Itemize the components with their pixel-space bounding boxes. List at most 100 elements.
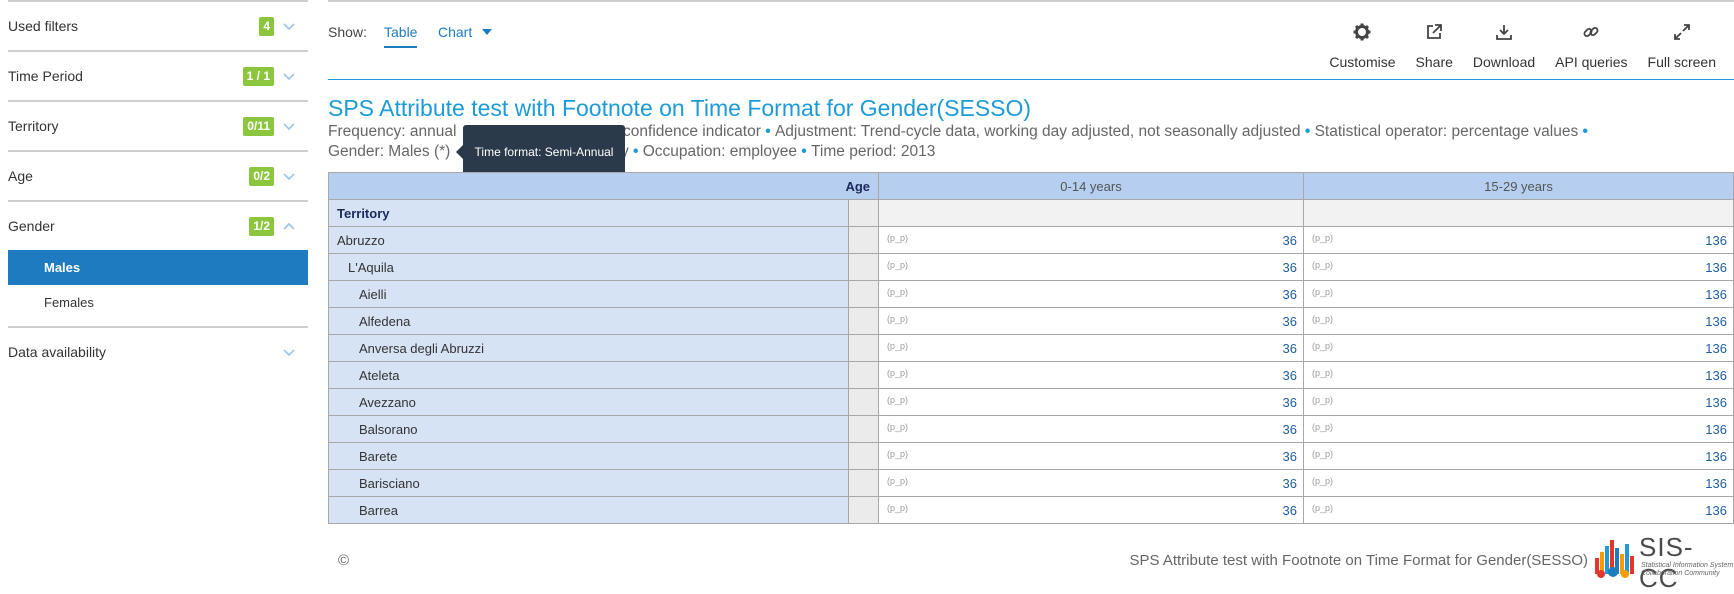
value-number: 36 (1282, 476, 1297, 491)
filter-age[interactable]: Age 0/2 (8, 152, 308, 200)
territory-cell[interactable]: Barrea (328, 496, 849, 524)
spacer-cell (848, 361, 879, 389)
tab-chart-label: Chart (438, 24, 473, 40)
column-header: 15-29 years (1303, 172, 1734, 200)
chevron-down-icon[interactable] (282, 345, 296, 359)
download-button[interactable]: Download (1463, 22, 1545, 70)
column-header: 0-14 years (878, 172, 1304, 200)
spacer-cell (848, 199, 879, 227)
filter-gender[interactable]: Gender 1/2 (8, 202, 308, 250)
gender-option-females[interactable]: Females (8, 285, 308, 320)
territory-cell[interactable]: Anversa degli Abruzzi (328, 334, 849, 362)
blank-cell (878, 199, 1304, 227)
chevron-down-icon[interactable] (282, 69, 296, 83)
value-number: 136 (1705, 233, 1727, 248)
filter-label: Territory (8, 118, 59, 134)
chevron-down-icon[interactable] (282, 19, 296, 33)
value-number: 136 (1705, 422, 1727, 437)
filter-label: Time Period (8, 68, 83, 84)
value-number: 36 (1282, 314, 1297, 329)
full-screen-button[interactable]: Full screen (1638, 22, 1726, 70)
chevron-up-icon[interactable] (282, 219, 296, 233)
filter-territory[interactable]: Territory 0/11 (8, 102, 308, 150)
subtitle-gender[interactable]: Gender: Males (*) (328, 143, 450, 160)
flag-label: (p_p) (887, 503, 909, 513)
table-row: Ateleta (p_p) 36 (p_p) 136 (328, 361, 1734, 389)
territory-cell[interactable]: Aielli (328, 280, 849, 308)
value-number: 136 (1705, 287, 1727, 302)
data-table: Age 0-14 years 15-29 years Territory Abr… (328, 172, 1734, 524)
filter-used-filters[interactable]: Used filters 4 (8, 2, 308, 50)
filter-count-badge: 4 (259, 16, 274, 36)
subtitle-occupation: Occupation: employee (642, 143, 797, 160)
flag-label: (p_p) (887, 368, 909, 378)
chevron-down-icon[interactable] (282, 169, 296, 183)
caret-down-icon (482, 29, 493, 35)
value-cell: (p_p) 36 (878, 361, 1304, 389)
flag-label: (p_p) (1312, 422, 1334, 432)
territory-cell[interactable]: Alfedena (328, 307, 849, 335)
tab-table[interactable]: Table (384, 24, 418, 48)
gender-option-males[interactable]: Males (8, 250, 308, 285)
chevron-down-icon[interactable] (282, 119, 296, 133)
customise-button[interactable]: Customise (1319, 22, 1405, 70)
territory-cell[interactable]: Barete (328, 442, 849, 470)
territory-cell[interactable]: Ateleta (328, 361, 849, 389)
spacer-cell (848, 334, 879, 362)
download-label: Download (1472, 54, 1536, 70)
sis-cc-logo: SIS-CC Statistical Information System Co… (1591, 532, 1733, 593)
territory-cell[interactable]: L'Aquila (328, 253, 849, 281)
value-cell: (p_p) 36 (878, 442, 1304, 470)
filter-time-period[interactable]: Time Period 1 / 1 (8, 52, 308, 100)
flag-label: (p_p) (887, 341, 909, 351)
toolbar: Show: Table Chart Customise Share Downlo… (328, 2, 1734, 80)
territory-cell[interactable]: Barisciano (328, 469, 849, 497)
territory-cell[interactable]: Avezzano (328, 388, 849, 416)
value-cell: (p_p) 136 (1303, 442, 1734, 470)
value-cell: (p_p) 36 (878, 334, 1304, 362)
page-title: SPS Attribute test with Footnote on Time… (328, 95, 1032, 121)
share-label: Share (1415, 54, 1453, 70)
share-button[interactable]: Share (1406, 22, 1463, 70)
filter-count-badge: 1 / 1 (242, 66, 274, 86)
expand-icon (1673, 24, 1690, 40)
territory-cell[interactable]: Balsorano (328, 415, 849, 443)
customise-label: Customise (1329, 54, 1396, 70)
flag-label: (p_p) (1312, 368, 1334, 378)
flag-label: (p_p) (887, 449, 909, 459)
external-link-icon (1427, 24, 1443, 39)
value-number: 36 (1282, 341, 1297, 356)
flag-label: (p_p) (1312, 503, 1334, 513)
table-row: Barete (p_p) 36 (p_p) 136 (328, 442, 1734, 470)
tab-chart[interactable]: Chart (438, 24, 493, 40)
gear-icon (1353, 23, 1371, 41)
spacer-cell (848, 496, 879, 524)
copyright-symbol[interactable]: © (338, 552, 349, 569)
flag-label: (p_p) (1312, 395, 1334, 405)
value-number: 36 (1282, 422, 1297, 437)
flag-label: (p_p) (1312, 287, 1334, 297)
value-cell: (p_p) 136 (1303, 415, 1734, 443)
filter-label: Used filters (8, 18, 79, 34)
value-cell: (p_p) 36 (878, 280, 1304, 308)
value-cell: (p_p) 36 (878, 496, 1304, 524)
value-number: 36 (1282, 287, 1297, 302)
filter-sidebar: Used filters 4 Time Period 1 / 1 Territo… (8, 0, 308, 376)
value-number: 136 (1705, 503, 1727, 518)
value-cell: (p_p) 136 (1303, 307, 1734, 335)
filter-label: Age (8, 168, 33, 184)
flag-label: (p_p) (887, 287, 909, 297)
api-queries-button[interactable]: API queries (1545, 22, 1637, 70)
flag-label: (p_p) (887, 233, 909, 243)
value-cell: (p_p) 36 (878, 388, 1304, 416)
subtitle-adjustment: Adjustment: Trend-cycle data, working da… (774, 123, 1301, 140)
filter-label: Gender (8, 218, 55, 234)
filter-data-availability[interactable]: Data availability (8, 328, 308, 376)
flag-label: (p_p) (887, 395, 909, 405)
territory-cell[interactable]: Abruzzo (328, 226, 849, 254)
flag-label: (p_p) (1312, 314, 1334, 324)
filter-label: Data availability (8, 344, 107, 360)
download-icon (1496, 25, 1512, 40)
value-cell: (p_p) 136 (1303, 334, 1734, 362)
blank-cell (1303, 199, 1734, 227)
